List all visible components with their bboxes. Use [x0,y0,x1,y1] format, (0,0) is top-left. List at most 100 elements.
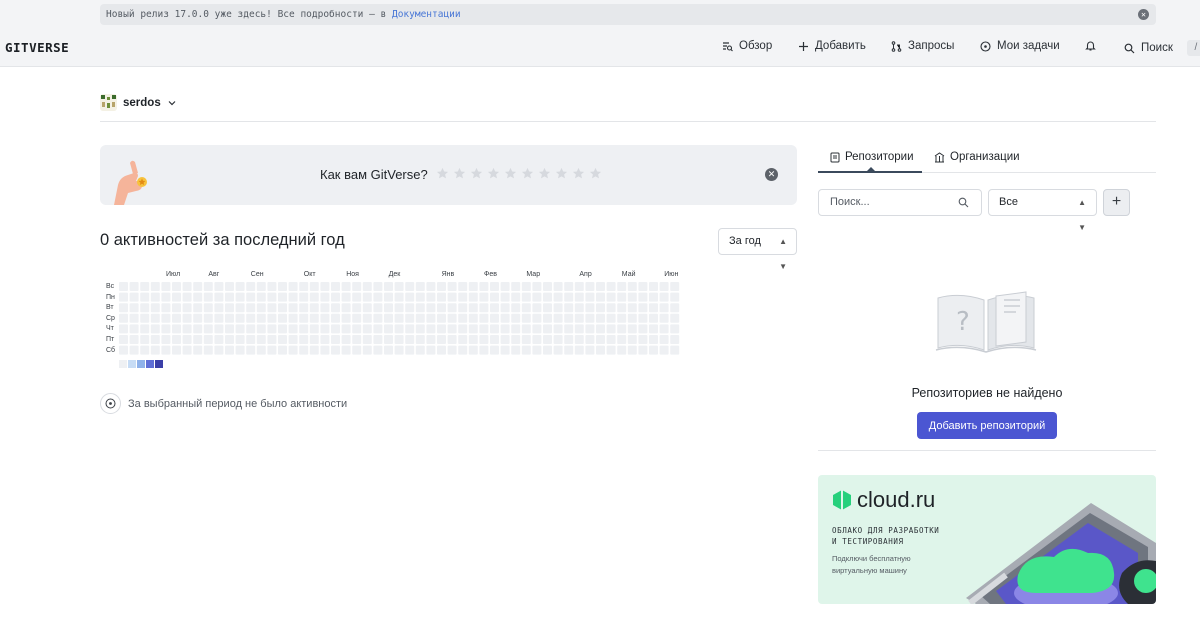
close-icon[interactable]: ✕ [765,168,778,181]
nav-add[interactable]: Добавить [798,40,866,52]
contribution-cell [150,282,160,291]
contribution-cell [447,335,457,344]
contribution-cell [627,282,637,291]
contribution-cell [394,303,404,313]
contribution-cell [649,345,658,355]
contribution-cell [161,303,171,313]
contribution-cell [606,345,616,355]
contribution-cell [447,324,457,334]
contribution-cell [235,335,245,344]
contribution-cell [225,282,234,291]
nav-requests[interactable]: Запросы [891,40,954,52]
contribution-cell [341,313,351,323]
star-icon[interactable] [555,167,568,180]
contribution-cell [320,324,330,334]
contribution-cell [309,324,319,334]
star-icon[interactable] [572,167,585,180]
contribution-cell [447,282,457,291]
contribution-cell [426,292,436,302]
tab-repositories[interactable]: Репозитории [830,151,914,163]
contribution-cell [521,324,531,334]
notifications-button[interactable] [1085,40,1096,51]
nav-overview[interactable]: Обзор [722,40,772,52]
contribution-cell [182,345,192,355]
contribution-cell [172,324,181,334]
month-label: Янв [441,271,455,278]
contribution-cell [670,313,680,323]
period-select[interactable]: За год ▲ ▼ [718,228,797,271]
contribution-cell [500,303,510,313]
contribution-cell [193,324,203,334]
contribution-cell [426,303,436,313]
contribution-cell [458,282,468,291]
tab-organizations[interactable]: Организации [934,151,1020,163]
star-icon[interactable] [538,167,551,180]
contribution-cell [119,335,128,344]
contribution-cell [649,335,658,344]
gitverse-logo[interactable]: GITVERSE [5,40,69,55]
contribution-cell [214,303,224,313]
contribution-cell [521,282,531,291]
month-label: Ноя [346,271,359,278]
star-icon[interactable] [521,167,534,180]
contribution-cell [511,292,521,302]
contribution-cell [373,324,383,334]
no-activity-text: За выбранный период не было активности [128,397,348,410]
contribution-cell [638,313,648,323]
contribution-cell [511,282,521,291]
repository-icon [830,152,840,162]
contribution-legend [119,360,163,368]
month-label: Авг [208,271,220,278]
contribution-cell [288,292,298,302]
contribution-cell [670,282,680,291]
contribution-cell [235,292,245,302]
no-repos-title: Репозиториев не найдено [911,386,1063,400]
contribution-cell [553,335,563,344]
star-icon[interactable] [589,167,602,180]
user-switcher[interactable]: serdos [100,94,177,111]
contribution-cell [384,324,393,334]
contribution-cell [182,303,192,313]
contribution-cell [299,292,309,302]
nav-my-tasks[interactable]: Мои задачи [980,40,1060,52]
contribution-cell [203,345,213,355]
contribution-cell [150,313,160,323]
contribution-cell [119,324,128,334]
contribution-cell [596,313,605,323]
contribution-cell [352,324,362,334]
contribution-cell [299,345,309,355]
star-icon[interactable] [504,167,517,180]
contribution-cell [172,282,181,291]
contribution-cell [405,335,415,344]
contribution-cell [627,335,637,344]
feedback-question: Как вам GitVerse? [320,167,428,182]
nav-search[interactable]: Поиск / [1124,40,1200,56]
contribution-cell [119,313,128,323]
contribution-cell [617,282,627,291]
contribution-cell [617,303,627,313]
bell-icon [1085,40,1096,51]
contribution-cell [437,313,446,323]
contribution-cell [119,292,128,302]
contribution-cell [203,324,213,334]
add-repo-plus-button[interactable]: + [1103,189,1130,216]
contribution-cell [384,345,393,355]
contribution-cell [617,292,627,302]
contribution-cell [119,345,128,355]
star-icon[interactable] [436,167,449,180]
close-icon[interactable]: ✕ [1138,9,1149,20]
contribution-cell [649,292,658,302]
contribution-cell [129,292,139,302]
cloud-ru-ad-banner[interactable]: cloud.ru Облако для разработки и тестиро… [818,475,1156,604]
star-icon[interactable] [453,167,466,180]
contribution-cell [543,292,552,302]
star-icon[interactable] [470,167,483,180]
repo-filter-value: Все [999,196,1018,208]
star-icon[interactable] [487,167,500,180]
add-repository-button[interactable]: Добавить репозиторий [917,412,1057,439]
repo-filter-select[interactable]: Все ▲ ▼ [988,189,1097,232]
announcement-docs-link[interactable]: Документации [392,9,461,20]
repo-search-input[interactable] [830,196,950,208]
contribution-cell [362,313,372,323]
contribution-cell [299,335,309,344]
